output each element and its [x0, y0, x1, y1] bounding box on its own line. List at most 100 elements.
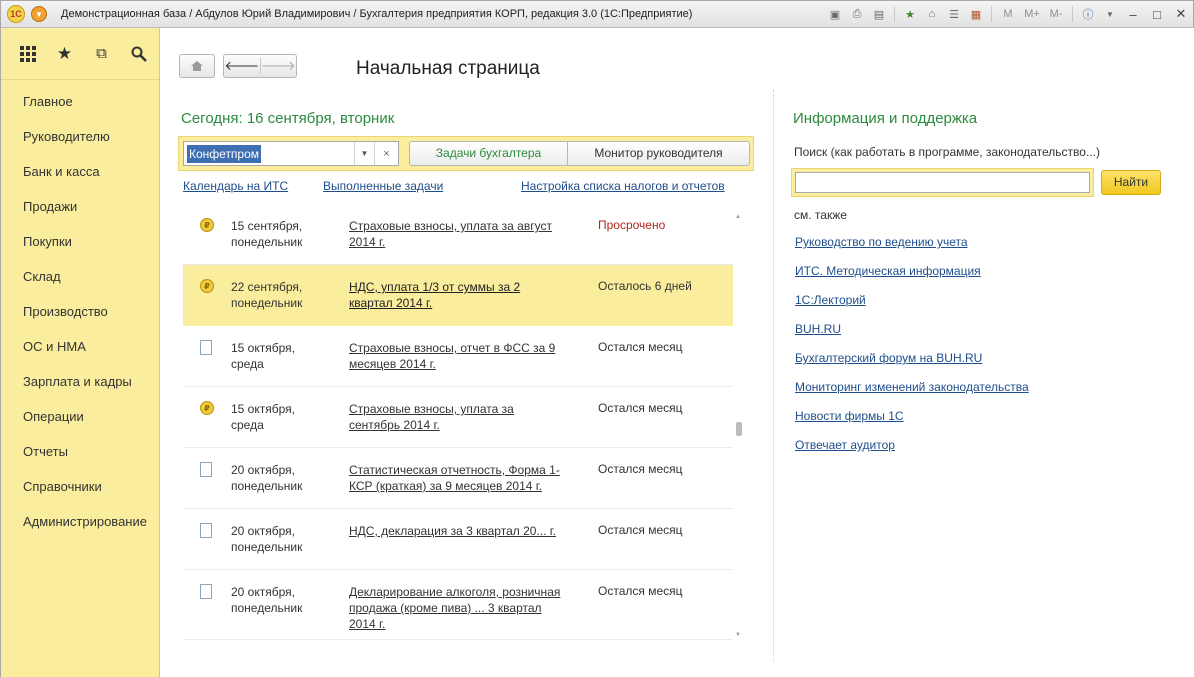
task-row[interactable]: 15 октября, среда Страховые взносы, отче…	[183, 326, 733, 387]
history-nav: 🡐 🡒	[223, 54, 297, 78]
task-status: Просрочено	[598, 218, 666, 232]
sidebar-item-operations[interactable]: Операции	[1, 399, 159, 434]
find-button[interactable]: Найти	[1101, 170, 1161, 195]
memory-plus-button[interactable]: M+	[1020, 3, 1044, 25]
minimize-button[interactable]: –	[1121, 3, 1145, 25]
sidebar-item-purchases[interactable]: Покупки	[1, 224, 159, 259]
payment-coin-icon: ₽	[200, 279, 214, 293]
calendar-icon[interactable]: ▦	[965, 3, 987, 25]
scroll-thumb[interactable]	[736, 422, 742, 436]
clear-icon[interactable]: ×	[374, 142, 398, 165]
search-icon[interactable]	[122, 39, 155, 69]
scroll-up-icon[interactable]: ▲	[735, 214, 741, 220]
info-link[interactable]: ИТС. Методическая информация	[795, 264, 981, 278]
task-row[interactable]: ₽ 15 сентября, понедельник Страховые взн…	[183, 204, 733, 265]
task-name-link[interactable]: Декларирование алкоголя, розничная прода…	[349, 584, 567, 632]
history-icon[interactable]: ⧉	[85, 39, 118, 69]
task-status: Остался месяц	[598, 584, 683, 598]
close-button[interactable]: ✕	[1169, 3, 1193, 25]
info-link-item: Мониторинг изменений законодательства	[795, 380, 1029, 409]
navigation-buttons: 🡐 🡒	[179, 54, 297, 78]
info-link[interactable]: Новости фирмы 1С	[795, 409, 904, 423]
task-status: Остался месяц	[598, 462, 683, 476]
tab-manager-monitor[interactable]: Монитор руководителя	[568, 141, 750, 166]
task-row[interactable]: ₽ 15 октября, среда Страховые взносы, уп…	[183, 387, 733, 448]
info-link[interactable]: Отвечает аудитор	[795, 438, 895, 452]
tasks-scrollbar[interactable]: ▲ ▼	[735, 214, 743, 644]
task-name-link[interactable]: Страховые взносы, уплата за август 2014 …	[349, 218, 567, 250]
search-input[interactable]	[795, 172, 1090, 193]
info-title: Информация и поддержка	[793, 110, 978, 127]
star-icon[interactable]: ★	[48, 39, 81, 69]
save-icon[interactable]: ▣	[824, 3, 846, 25]
task-row[interactable]: ₽ 22 сентября, понедельник НДС, уплата 1…	[183, 265, 733, 326]
print-icon[interactable]: ⎙	[846, 3, 868, 25]
sidebar-item-main[interactable]: Главное	[1, 84, 159, 119]
info-link[interactable]: Мониторинг изменений законодательства	[795, 380, 1029, 394]
home-button[interactable]	[179, 54, 215, 78]
links-icon[interactable]: ⌂	[921, 3, 943, 25]
chevron-down-icon[interactable]: ▼	[1099, 3, 1121, 25]
info-link-item: Руководство по ведению учета	[795, 235, 1029, 264]
task-status: Остался месяц	[598, 523, 683, 537]
preview-icon[interactable]: ▤	[868, 3, 890, 25]
task-row[interactable]: 20 октября, понедельник Статистическая о…	[183, 448, 733, 509]
sidebar: ★ ⧉ Главное Руководителю Банк и касса Пр…	[0, 28, 160, 677]
sidebar-item-assets[interactable]: ОС и НМА	[1, 329, 159, 364]
maximize-button[interactable]: □	[1145, 3, 1169, 25]
payment-coin-icon: ₽	[200, 218, 214, 232]
info-link[interactable]: BUH.RU	[795, 322, 841, 336]
see-also-label: см. также	[794, 208, 847, 222]
title-toolbar: ▣ ⎙ ▤ ★ ⌂ ☰ ▦ M M+ M- ⓘ ▼ – □ ✕	[824, 1, 1193, 27]
today-heading: Сегодня: 16 сентября, вторник	[181, 110, 395, 127]
task-name-link[interactable]: НДС, уплата 1/3 от суммы за 2 квартал 20…	[349, 279, 567, 311]
completed-tasks-link[interactable]: Выполненные задачи	[323, 179, 443, 193]
tab-accountant-tasks[interactable]: Задачи бухгалтера	[409, 141, 568, 166]
sidebar-item-sales[interactable]: Продажи	[1, 189, 159, 224]
info-link-item: ИТС. Методическая информация	[795, 264, 1029, 293]
task-date: 20 октября, понедельник	[231, 524, 303, 554]
tasks-filter-bar: Конфетпром ▼ × Задачи бухгалтера Монитор…	[178, 136, 754, 171]
memory-button[interactable]: M	[996, 3, 1020, 25]
sidebar-item-payroll[interactable]: Зарплата и кадры	[1, 364, 159, 399]
all-functions-icon[interactable]	[11, 39, 44, 69]
task-name-link[interactable]: НДС, декларация за 3 квартал 20... г.	[349, 523, 567, 539]
task-row[interactable]: 20 октября, понедельник НДС, декларация …	[183, 509, 733, 570]
task-row[interactable]: 20 октября, понедельник Декларирование а…	[183, 570, 733, 640]
main-menu-icon[interactable]: ▼	[31, 6, 47, 22]
task-status: Осталось 6 дней	[598, 279, 692, 293]
back-arrow-icon[interactable]: 🡐	[224, 58, 260, 74]
tax-settings-link[interactable]: Настройка списка налогов и отчетов	[521, 179, 725, 193]
memory-minus-button[interactable]: M-	[1044, 3, 1068, 25]
organization-field[interactable]: Конфетпром ▼ ×	[183, 141, 399, 166]
task-name-link[interactable]: Страховые взносы, отчет в ФСС за 9 месяц…	[349, 340, 567, 372]
page-title: Начальная страница	[356, 58, 540, 79]
info-link[interactable]: Бухгалтерский форум на BUH.RU	[795, 351, 982, 365]
favorites-icon[interactable]: ★	[899, 3, 921, 25]
sidebar-item-manager[interactable]: Руководителю	[1, 119, 159, 154]
task-name-link[interactable]: Страховые взносы, уплата за сентябрь 201…	[349, 401, 567, 433]
task-date: 20 октября, понедельник	[231, 463, 303, 493]
info-link[interactable]: 1С:Лекторий	[795, 293, 866, 307]
document-icon	[200, 340, 212, 355]
sidebar-item-catalogs[interactable]: Справочники	[1, 469, 159, 504]
toolbar-separator	[1072, 6, 1073, 22]
payment-coin-icon: ₽	[200, 401, 214, 415]
scroll-down-icon[interactable]: ▼	[735, 632, 741, 638]
info-icon[interactable]: ⓘ	[1077, 3, 1099, 25]
sidebar-item-admin[interactable]: Администрирование	[1, 504, 159, 539]
sidebar-item-bank[interactable]: Банк и касса	[1, 154, 159, 189]
organization-value[interactable]: Конфетпром	[187, 145, 262, 163]
sidebar-item-warehouse[interactable]: Склад	[1, 259, 159, 294]
calendar-its-link[interactable]: Календарь на ИТС	[183, 179, 288, 193]
sidebar-item-production[interactable]: Производство	[1, 294, 159, 329]
info-link[interactable]: Руководство по ведению учета	[795, 235, 968, 249]
task-name-link[interactable]: Статистическая отчетность, Форма 1-КСР (…	[349, 462, 567, 494]
chevron-down-icon[interactable]: ▼	[354, 142, 374, 165]
app-logo-icon: 1С	[7, 5, 25, 23]
sidebar-item-reports[interactable]: Отчеты	[1, 434, 159, 469]
panel-divider	[773, 90, 774, 662]
history-icon[interactable]: ☰	[943, 3, 965, 25]
document-icon	[200, 462, 212, 477]
forward-arrow-icon[interactable]: 🡒	[261, 58, 297, 74]
